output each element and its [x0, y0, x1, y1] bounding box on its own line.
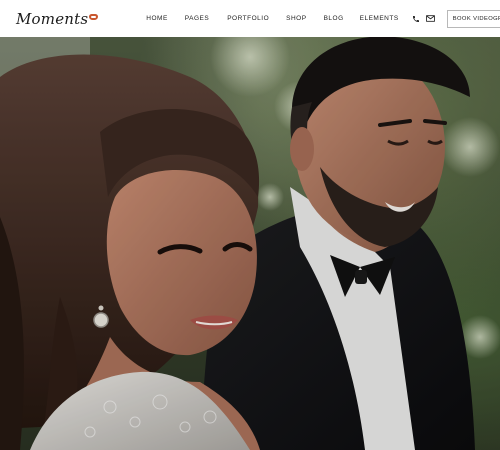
nav-item-home[interactable]: HOME	[146, 15, 168, 22]
nav-item-portfolio[interactable]: PORTFOLIO	[227, 15, 269, 22]
nav-item-elements[interactable]: ELEMENTS	[360, 15, 399, 22]
main-nav: HOME PAGES PORTFOLIO SHOP BLOG ELEMENTS …	[146, 0, 500, 37]
logo-text: Moments	[16, 9, 89, 28]
hero-image	[0, 37, 500, 450]
nav-item-shop[interactable]: SHOP	[286, 15, 306, 22]
hero-photo-illustration	[0, 37, 500, 450]
phone-icon[interactable]	[411, 14, 421, 24]
nav-item-blog[interactable]: BLOG	[324, 15, 344, 22]
nav-item-pages[interactable]: PAGES	[185, 15, 209, 22]
logo-badge-icon	[89, 13, 99, 20]
mail-icon-graphic	[426, 15, 436, 22]
logo[interactable]: Moments	[16, 7, 99, 31]
mail-icon[interactable]	[426, 14, 436, 24]
site-header: Moments HOME PAGES PORTFOLIO SHOP BLOG E…	[0, 0, 500, 37]
phone-icon-graphic	[412, 15, 419, 22]
page: Moments HOME PAGES PORTFOLIO SHOP BLOG E…	[0, 0, 500, 450]
book-videographer-button[interactable]: BOOK VIDEOGRAPHER	[446, 9, 500, 28]
